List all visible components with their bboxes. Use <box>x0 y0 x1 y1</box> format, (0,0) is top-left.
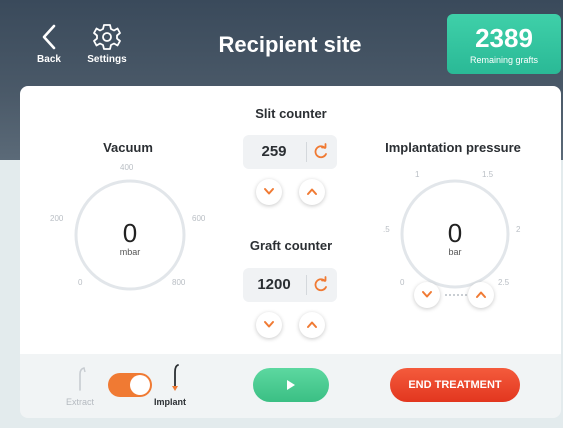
slit-reset-icon[interactable] <box>312 143 330 161</box>
settings-label: Settings <box>87 54 127 65</box>
gear-icon <box>85 20 129 54</box>
vacuum-scale-600: 600 <box>192 214 206 223</box>
chevron-up-icon <box>307 188 317 195</box>
graft-counter-divider <box>306 275 307 295</box>
pressure-scale-1: 1 <box>415 170 420 179</box>
end-treatment-button[interactable]: END TREATMENT <box>390 368 520 402</box>
chevron-left-icon <box>34 20 64 54</box>
settings-button[interactable]: Settings <box>85 20 129 65</box>
page-title: Recipient site <box>218 32 362 57</box>
implant-tool-icon <box>172 364 179 391</box>
vacuum-unit: mbar <box>119 247 141 257</box>
extract-tool-icon <box>79 367 86 391</box>
chevron-up-icon <box>307 321 317 328</box>
pressure-decrease-button[interactable] <box>414 282 440 308</box>
slit-counter-divider <box>306 142 307 162</box>
pressure-scale-1-5: 1.5 <box>482 170 494 179</box>
vacuum-scale-400: 400 <box>120 163 134 172</box>
vacuum-title: Vacuum <box>103 140 153 155</box>
remaining-grafts-badge: 2389 Remaining grafts <box>447 14 561 74</box>
pressure-increase-button[interactable] <box>468 282 494 308</box>
implant-label: Implant <box>154 397 187 407</box>
back-label: Back <box>37 54 61 65</box>
slit-counter-value: 259 <box>261 143 287 160</box>
pressure-scale-2: 2 <box>516 225 521 234</box>
play-button[interactable] <box>253 368 329 402</box>
remaining-grafts-label: Remaining grafts <box>469 55 539 65</box>
graft-counter-display: 1200 <box>243 268 337 302</box>
vacuum-scale-200: 200 <box>50 214 64 223</box>
slit-decrease-button[interactable] <box>256 179 282 205</box>
pressure-step-dots <box>445 294 467 296</box>
graft-decrease-button[interactable] <box>256 312 282 338</box>
chevron-up-icon <box>476 291 486 298</box>
pressure-value: 0 <box>447 218 463 248</box>
extract-implant-toggle[interactable] <box>108 373 152 397</box>
pressure-scale-0-5: .5 <box>383 225 390 234</box>
graft-counter-value: 1200 <box>257 276 291 293</box>
vacuum-scale-0: 0 <box>78 278 83 287</box>
chevron-down-icon <box>264 321 274 328</box>
toggle-knob <box>130 375 150 395</box>
slit-counter-title: Slit counter <box>255 106 327 121</box>
pressure-scale-2-5: 2.5 <box>498 278 510 287</box>
vacuum-value: 0 <box>122 218 138 248</box>
pressure-scale-0: 0 <box>400 278 405 287</box>
chevron-down-icon <box>422 291 432 298</box>
chevron-down-icon <box>264 188 274 195</box>
play-icon <box>287 380 295 390</box>
graft-increase-button[interactable] <box>299 312 325 338</box>
slit-counter-display: 259 <box>243 135 337 169</box>
graft-reset-icon[interactable] <box>312 276 330 294</box>
vacuum-scale-800: 800 <box>172 278 186 287</box>
pressure-title: Implantation pressure <box>385 140 521 155</box>
slit-increase-button[interactable] <box>299 179 325 205</box>
extract-label: Extract <box>66 397 95 407</box>
graft-counter-title: Graft counter <box>249 238 333 253</box>
remaining-grafts-value: 2389 <box>475 23 533 53</box>
pressure-unit: bar <box>448 247 462 257</box>
back-button[interactable]: Back <box>34 20 64 65</box>
